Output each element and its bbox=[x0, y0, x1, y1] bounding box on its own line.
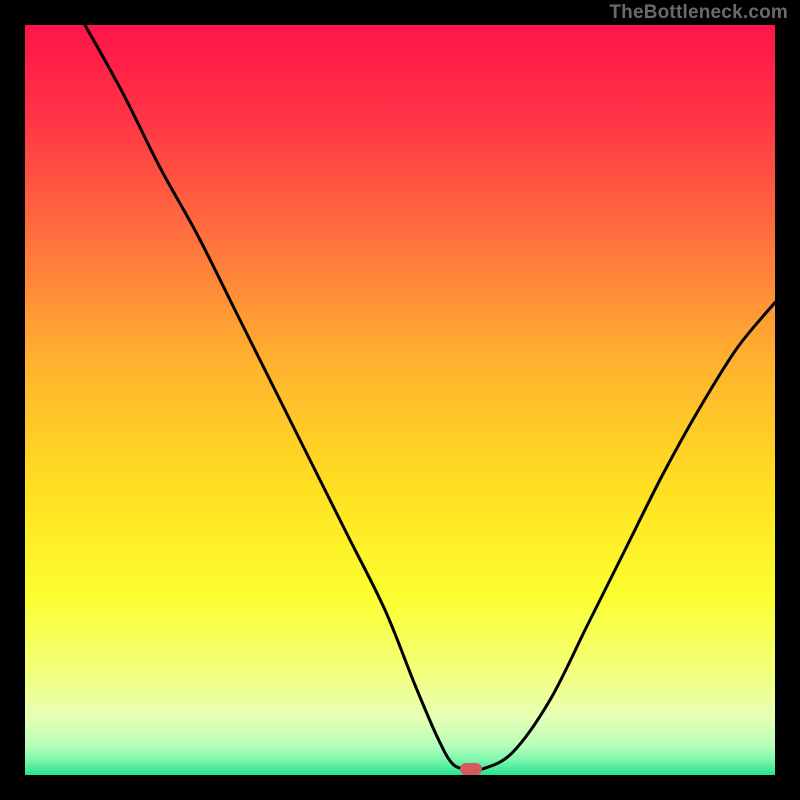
bottleneck-curve bbox=[25, 25, 775, 775]
plot-area bbox=[25, 25, 775, 775]
chart-frame: TheBottleneck.com bbox=[0, 0, 800, 800]
watermark-text: TheBottleneck.com bbox=[609, 2, 788, 24]
optimal-marker bbox=[460, 763, 482, 775]
